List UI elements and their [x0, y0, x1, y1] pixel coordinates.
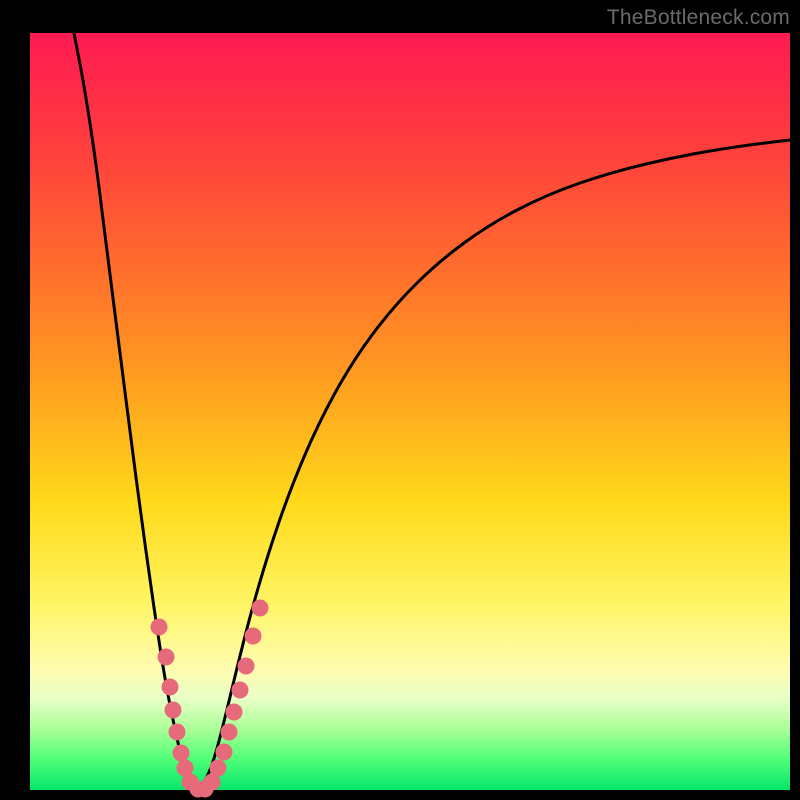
- marker-dot: [216, 744, 233, 761]
- watermark-text: TheBottleneck.com: [607, 6, 790, 30]
- marker-dot: [169, 724, 186, 741]
- marker-dot: [158, 649, 175, 666]
- curve-left-branch: [74, 33, 198, 790]
- marker-dot: [210, 760, 227, 777]
- marker-dot: [173, 745, 190, 762]
- chart-frame: TheBottleneck.com: [0, 0, 800, 800]
- marker-dot: [165, 702, 182, 719]
- marker-dot: [162, 679, 179, 696]
- marker-dot: [226, 704, 243, 721]
- marker-dot: [232, 682, 249, 699]
- marker-dot: [252, 600, 269, 617]
- marker-dot: [151, 619, 168, 636]
- marker-dot: [245, 628, 262, 645]
- marker-dot: [221, 724, 238, 741]
- chart-svg-overlay: [0, 0, 800, 800]
- curve-right-branch: [198, 140, 790, 790]
- marker-dot: [238, 658, 255, 675]
